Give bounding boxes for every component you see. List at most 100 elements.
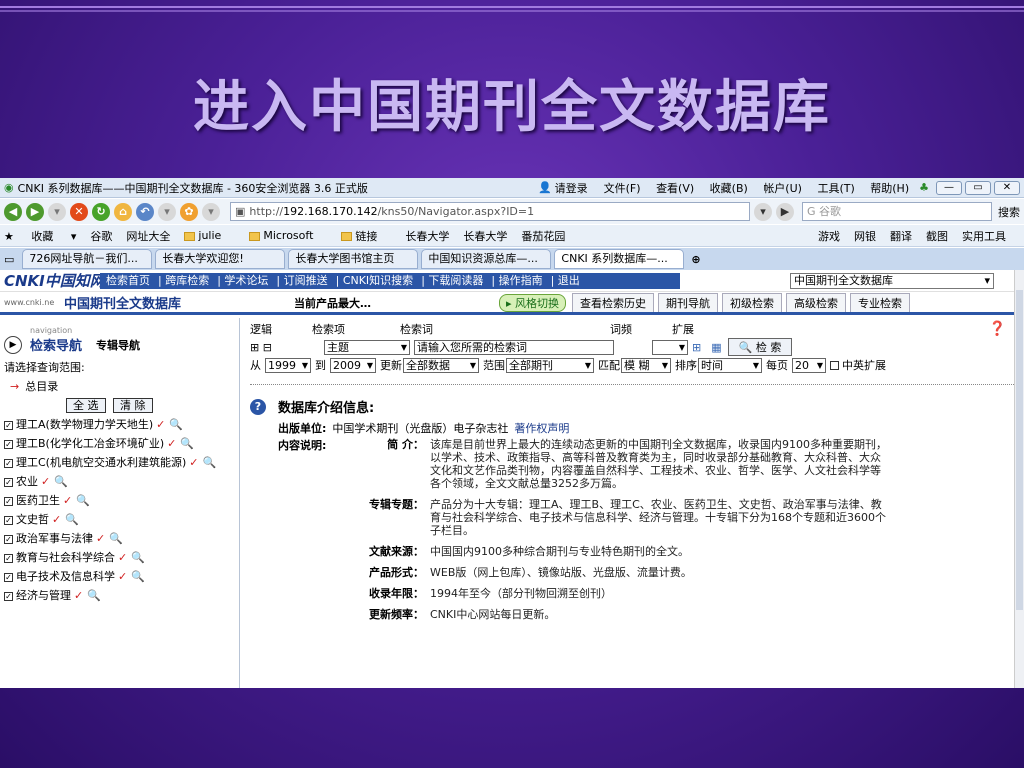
category-checkbox[interactable]: ✓ [4,458,13,468]
address-dropdown-icon[interactable]: ▾ [754,202,772,221]
login-link[interactable]: 请登录 [555,180,588,196]
nav-knowledge-search[interactable]: CNKI知识搜索 [343,274,413,287]
magnifier-icon[interactable]: 🔍 [54,475,68,488]
copyright-link[interactable]: 著作权声明 [514,422,569,435]
magnifier-icon[interactable]: 🔍 [180,437,194,450]
paw-icon[interactable]: ✿ [180,202,198,221]
journal-nav-button[interactable]: 期刊导航 [658,293,719,312]
tab-search-nav[interactable]: 检索导航 [30,335,82,354]
search-input[interactable]: G 谷歌 [802,202,992,221]
menu-tools[interactable]: 工具(T) [817,182,854,195]
vertical-scrollbar[interactable] [1014,270,1024,688]
address-field[interactable]: ▣ http://192.168.170.142/kns50/Navigator… [230,202,750,221]
undo-icon[interactable]: ↶ [136,202,154,221]
fav-webnav[interactable]: 网址大全 [126,228,170,244]
category-checkbox[interactable]: ✓ [4,572,13,582]
root-item[interactable]: → 总目录 [4,377,235,396]
tab-726[interactable]: 726网址导航－我们... [22,249,153,269]
tab-list-icon[interactable]: ▭ [4,253,14,266]
menu-view[interactable]: 查看(V) [656,182,694,195]
paw-menu-icon[interactable]: ▾ [202,202,220,221]
tab-ccu-library[interactable]: 长春大学图书馆主页 [288,249,419,269]
maximize-button[interactable]: ▭ [965,180,991,195]
category-checkbox[interactable]: ✓ [4,477,13,487]
search-button[interactable]: 🔍 检 索 [727,338,793,356]
fav-games[interactable]: 游戏 [818,228,840,244]
match-select[interactable]: 模 糊 ▼ [621,357,671,373]
new-tab-icon[interactable]: ⊕ [691,253,700,266]
history-button[interactable]: 查看检索历史 [572,293,655,312]
scrollbar-thumb[interactable] [1016,290,1023,610]
fav-collect[interactable]: ★ 收藏 ▾ [4,228,76,244]
fav-tools[interactable]: 实用工具 [962,228,1006,244]
year-from-select[interactable]: 1999 ▼ [265,357,311,373]
add-remove-icon[interactable]: ⊞ ⊟ [250,341,320,354]
magnifier-icon[interactable]: 🔍 [87,589,101,602]
refresh-icon[interactable]: ↻ [92,202,110,221]
fav-microsoft[interactable]: Microsoft [249,229,327,242]
perpage-select[interactable]: 20 ▼ [792,357,826,373]
category-item[interactable]: ✓ 理工B(化学化工冶金环境矿业) ✓ 🔍 [4,434,235,453]
category-item[interactable]: ✓ 理工A(数学物理力学天地生) ✓ 🔍 [4,415,235,434]
category-checkbox[interactable]: ✓ [4,439,13,449]
fav-google[interactable]: 谷歌 [90,228,112,244]
magnifier-icon[interactable]: 🔍 [202,456,216,469]
database-select[interactable]: 中国期刊全文数据库 ▾ [790,272,994,289]
category-checkbox[interactable]: ✓ [4,420,13,430]
category-item[interactable]: ✓ 农业 ✓ 🔍 [4,472,235,491]
category-item[interactable]: ✓ 医药卫生 ✓ 🔍 [4,491,235,510]
advanced-search-button[interactable]: 高级检索 [786,293,847,312]
category-checkbox[interactable]: ✓ [4,534,13,544]
category-checkbox[interactable]: ✓ [4,591,13,601]
tab-knowledge[interactable]: 中国知识资源总库—... [421,249,552,269]
expert-search-button[interactable]: 专业检索 [850,293,911,312]
category-item[interactable]: ✓ 理工C(机电航空交通水利建筑能源) ✓ 🔍 [4,453,235,472]
expand-icon[interactable]: ⊞ [692,341,701,354]
fav-translate[interactable]: 翻译 [890,228,912,244]
sort-select[interactable]: 时间 ▼ [698,357,762,373]
dropdown-icon[interactable]: ▾ [48,202,66,221]
freq-select[interactable]: ▼ [652,339,688,355]
home-icon[interactable]: ⌂ [114,202,132,221]
menu-file[interactable]: 文件(F) [604,182,641,195]
fav-tomato[interactable]: 番茄花园 [521,228,565,244]
nav-guide[interactable]: 操作指南 [499,274,543,287]
clear-button[interactable]: 清 除 [113,398,153,413]
nav-logout[interactable]: 退出 [558,274,580,287]
range-select[interactable]: 全部期刊 ▼ [506,357,594,373]
tab-ccu-welcome[interactable]: 长春大学欢迎您! [155,249,286,269]
nav-cross-search[interactable]: 跨库检索 [165,274,209,287]
fav-ccu-1[interactable]: 长春大学 [405,228,449,244]
fav-ccu-2[interactable]: 长春大学 [463,228,507,244]
go-icon[interactable]: ▶ [776,202,794,221]
fav-julie[interactable]: julie [184,229,235,242]
update-select[interactable]: 全部数据 ▼ [403,357,479,373]
forward-icon[interactable]: ▶ [26,202,44,221]
back-icon[interactable]: ◀ [4,202,22,221]
magnifier-icon[interactable]: 🔍 [131,551,145,564]
menu-help[interactable]: 帮助(H) [870,182,909,195]
year-to-select[interactable]: 2009 ▼ [330,357,376,373]
menu-account[interactable]: 帐户(U) [763,182,802,195]
fav-screenshot[interactable]: 截图 [926,228,948,244]
category-item[interactable]: ✓ 电子技术及信息科学 ✓ 🔍 [4,567,235,586]
category-checkbox[interactable]: ✓ [4,515,13,525]
stop-icon[interactable]: ✕ [70,202,88,221]
category-checkbox[interactable]: ✓ [4,553,13,563]
category-checkbox[interactable]: ✓ [4,496,13,506]
category-item[interactable]: ✓ 教育与社会科学综合 ✓ 🔍 [4,548,235,567]
category-item[interactable]: ✓ 文史哲 ✓ 🔍 [4,510,235,529]
tab-cnki[interactable]: CNKI 系列数据库—... [554,249,685,269]
cnki-logo[interactable]: CNKI中国知网 [4,270,105,291]
select-all-button[interactable]: 全 选 [66,398,106,413]
magnifier-icon[interactable]: 🔍 [76,494,90,507]
magnifier-icon[interactable]: 🔍 [169,418,183,431]
tab-album-nav[interactable]: 专辑导航 [96,337,140,353]
nav-subscribe[interactable]: 订阅推送 [284,274,328,287]
menu-favorites[interactable]: 收藏(B) [710,182,748,195]
search-button[interactable]: 搜索 [998,204,1020,220]
fav-bank[interactable]: 网银 [854,228,876,244]
nav-download-reader[interactable]: 下载阅读器 [428,274,483,287]
nav-forum[interactable]: 学术论坛 [224,274,268,287]
close-button[interactable]: ✕ [994,180,1020,195]
